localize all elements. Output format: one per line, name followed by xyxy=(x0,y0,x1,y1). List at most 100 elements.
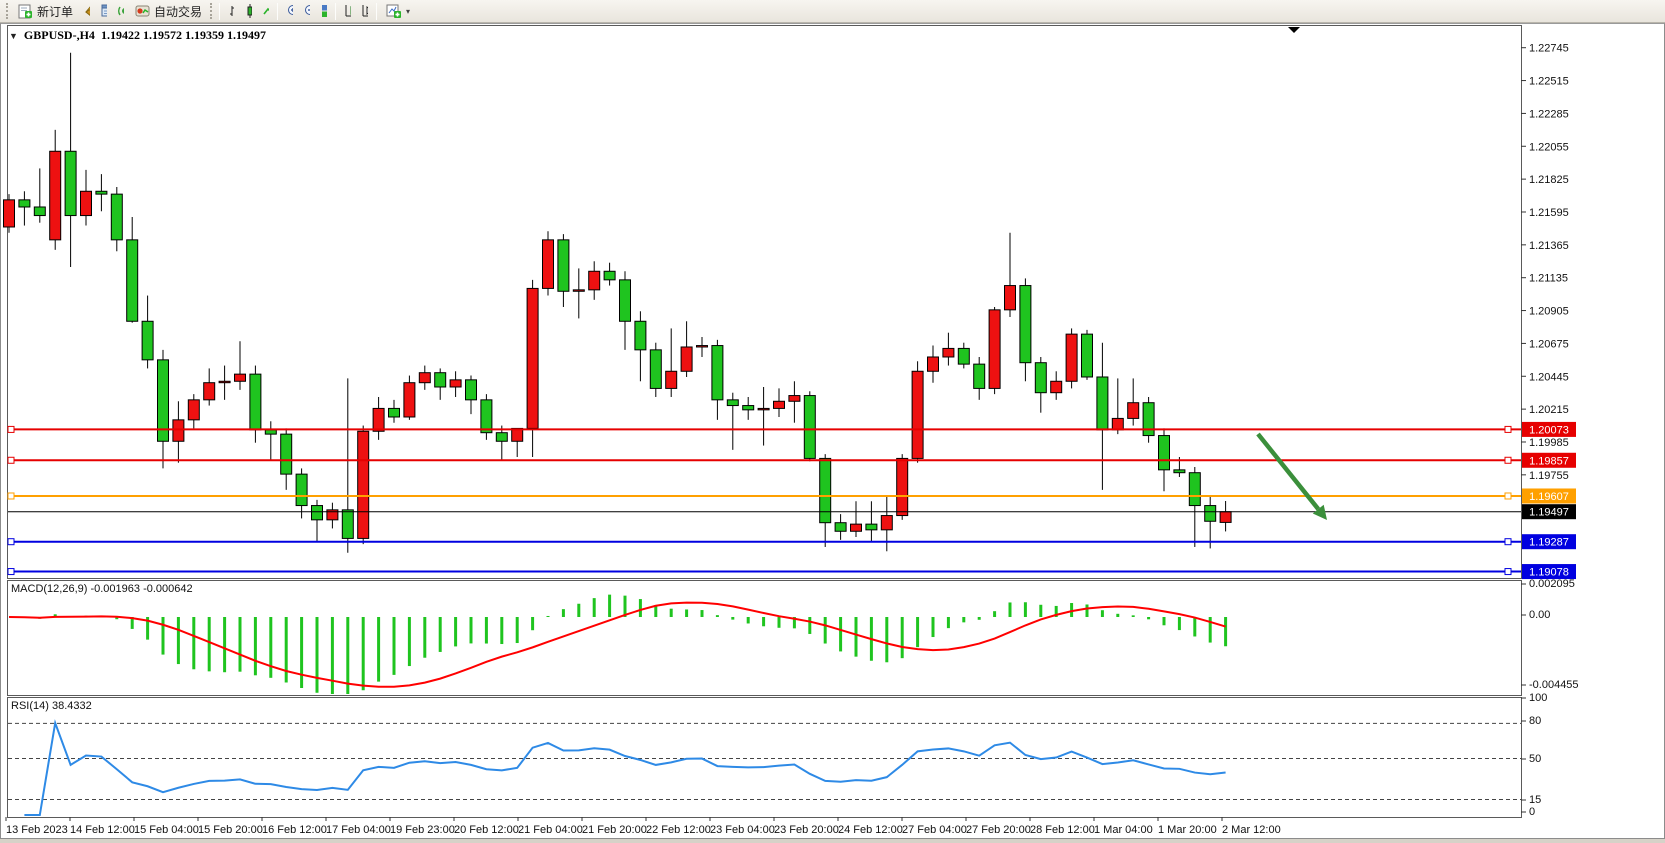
candle xyxy=(1159,436,1170,470)
candle xyxy=(989,310,1000,389)
candle xyxy=(697,346,708,347)
auto-trading-label: 自动交易 xyxy=(154,3,202,20)
line-handle[interactable] xyxy=(1505,493,1511,499)
collapse-chart-icon[interactable]: ▼ xyxy=(9,31,18,41)
line-handle[interactable] xyxy=(8,457,14,463)
candle xyxy=(851,524,862,531)
candle xyxy=(1082,334,1093,377)
candle xyxy=(235,374,246,381)
date-axis-label: 27 Feb 04:00 xyxy=(902,824,967,836)
line-handle[interactable] xyxy=(8,569,14,575)
rsi-axis-tick: 0 xyxy=(1529,806,1535,818)
market-watch-icon[interactable] xyxy=(78,3,95,20)
line-handle[interactable] xyxy=(8,426,14,432)
candle xyxy=(804,396,815,459)
rsi-axis-tick: 15 xyxy=(1529,794,1541,806)
candle xyxy=(758,408,769,409)
chart-shift-icon[interactable] xyxy=(356,3,373,20)
candle xyxy=(866,524,877,530)
date-axis-label: 24 Feb 12:00 xyxy=(838,824,903,836)
candle xyxy=(650,350,661,389)
candle xyxy=(34,207,45,216)
price-axis-tick: 1.21135 xyxy=(1529,273,1568,285)
candle xyxy=(604,271,615,280)
macd-pane xyxy=(8,581,1522,696)
new-order-button[interactable]: 新订单 xyxy=(12,1,78,21)
zoom-in-icon[interactable] xyxy=(281,3,298,20)
date-axis-label: 23 Feb 04:00 xyxy=(710,824,775,836)
auto-scroll-icon[interactable] xyxy=(339,3,356,20)
new-order-icon xyxy=(17,3,34,20)
new-chart-button[interactable]: ▾ xyxy=(380,1,415,21)
line-handle[interactable] xyxy=(8,539,14,545)
rsi-indicator-label: RSI(14) 38.4332 xyxy=(11,700,92,712)
candle xyxy=(743,406,754,410)
candle xyxy=(50,151,61,240)
candle xyxy=(912,371,923,458)
price-axis-tick: 1.19755 xyxy=(1529,470,1569,482)
candle xyxy=(666,371,677,388)
candle xyxy=(389,408,400,417)
date-axis-label: 17 Feb 04:00 xyxy=(326,824,391,836)
candle xyxy=(1005,286,1016,310)
line-handle[interactable] xyxy=(1505,457,1511,463)
line-handle[interactable] xyxy=(8,493,14,499)
date-axis-label: 1 Mar 20:00 xyxy=(1158,824,1217,836)
chart-title: ▼ GBPUSD-,H4 1.19422 1.19572 1.19359 1.1… xyxy=(9,28,266,43)
date-axis-label: 15 Feb 04:00 xyxy=(134,824,199,836)
candle xyxy=(496,433,507,442)
price-axis-tick: 1.21825 xyxy=(1529,174,1569,186)
candle xyxy=(358,431,369,538)
data-window-icon[interactable] xyxy=(95,3,112,20)
main-toolbar: 新订单 自动交易 xyxy=(0,0,1665,23)
toolbar-separator xyxy=(376,3,377,20)
candlestick-mode-icon[interactable] xyxy=(240,3,257,20)
navigator-icon[interactable] xyxy=(112,3,129,20)
date-axis-label: 21 Feb 04:00 xyxy=(518,824,583,836)
candle xyxy=(296,474,307,505)
candle xyxy=(943,348,954,357)
date-axis-label: 23 Feb 20:00 xyxy=(774,824,839,836)
candle xyxy=(1112,418,1123,429)
candle xyxy=(1205,506,1216,522)
candle xyxy=(173,420,184,441)
price-tag-label: 1.19857 xyxy=(1529,455,1569,467)
date-axis-label: 19 Feb 23:00 xyxy=(390,824,455,836)
price-axis-tick: 1.20675 xyxy=(1529,338,1569,350)
line-handle[interactable] xyxy=(1505,569,1511,575)
candle xyxy=(466,380,477,400)
candle xyxy=(958,348,969,364)
line-handle[interactable] xyxy=(1505,539,1511,545)
candle xyxy=(635,321,646,350)
auto-trading-button[interactable]: 自动交易 xyxy=(129,1,207,21)
price-axis-tick: 1.21365 xyxy=(1529,240,1569,252)
candle xyxy=(65,151,76,215)
macd-axis-tick: 0.00 xyxy=(1529,609,1550,621)
price-axis-tick: 1.22285 xyxy=(1529,108,1569,120)
toolbar-separator xyxy=(335,3,336,20)
toolbar-grip[interactable] xyxy=(6,3,9,19)
candle xyxy=(774,401,785,408)
zoom-out-icon[interactable] xyxy=(298,3,315,20)
candle xyxy=(96,191,107,194)
bar-chart-mode-icon[interactable] xyxy=(223,3,240,20)
chart-window: ▼ GBPUSD-,H4 1.19422 1.19572 1.19359 1.1… xyxy=(0,23,1665,839)
candle xyxy=(820,458,831,522)
chart-symbol-period: GBPUSD-,H4 xyxy=(24,28,95,43)
candle xyxy=(727,400,738,406)
tile-windows-icon[interactable] xyxy=(315,3,332,20)
date-axis-label: 16 Feb 12:00 xyxy=(262,824,327,836)
chart-canvas[interactable]: 1.227451.225151.222851.220551.218251.215… xyxy=(1,24,1664,838)
candle xyxy=(1035,363,1046,393)
macd-indicator-label: MACD(12,26,9) -0.001963 -0.000642 xyxy=(11,583,193,595)
macd-axis-tick: -0.004455 xyxy=(1529,679,1579,691)
candle xyxy=(835,523,846,532)
toolbar-grip[interactable] xyxy=(210,3,213,19)
candle xyxy=(881,516,892,530)
date-axis-label: 28 Feb 12:00 xyxy=(1030,824,1095,836)
date-axis-label: 13 Feb 2023 xyxy=(6,824,68,836)
macd-axis-tick: 0.002095 xyxy=(1529,578,1575,590)
line-handle[interactable] xyxy=(1505,426,1511,432)
line-chart-mode-icon[interactable] xyxy=(257,3,274,20)
toolbar-separator xyxy=(219,3,220,20)
